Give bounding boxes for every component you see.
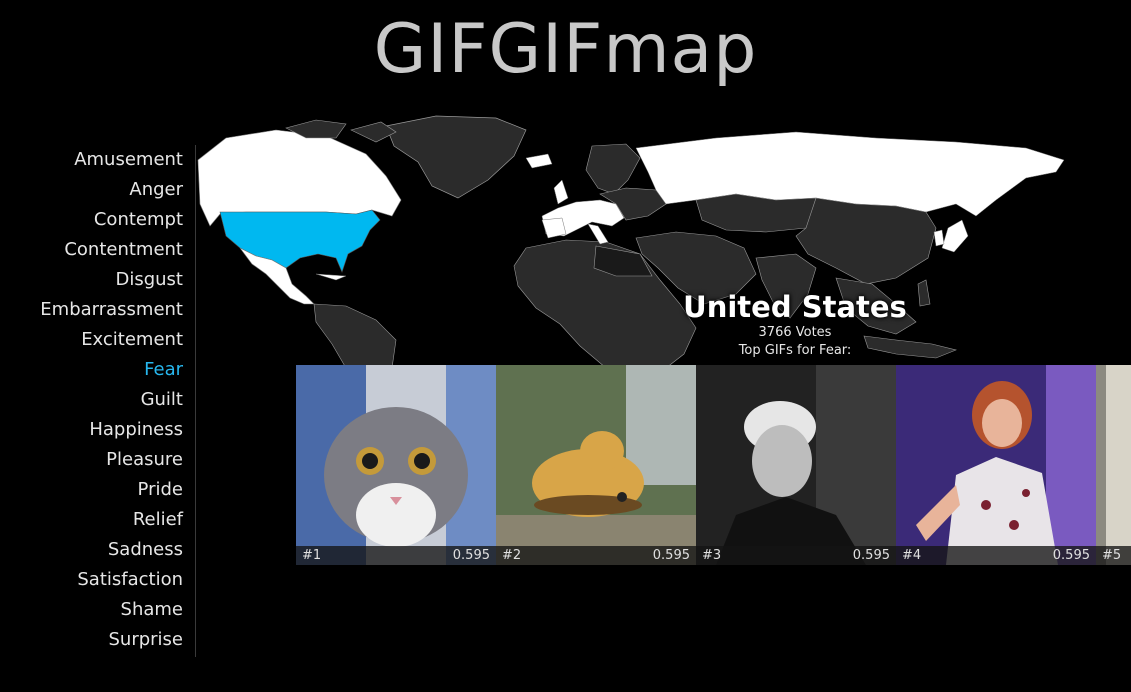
emotion-item-disgust[interactable]: Disgust [115, 265, 183, 295]
gif-score: 0.595 [452, 548, 490, 563]
map-country-iceland[interactable] [525, 153, 553, 169]
gif-card[interactable]: #3 0.595 [696, 365, 896, 565]
gif-rank: #5 [1102, 548, 1122, 563]
emotion-item-satisfaction[interactable]: Satisfaction [77, 565, 183, 595]
map-country-korea[interactable] [933, 229, 945, 247]
country-name: United States [683, 290, 907, 324]
gif-rank: #2 [502, 548, 522, 563]
gif-caption: #5 [1096, 546, 1131, 565]
gif-caption: #1 0.595 [296, 546, 496, 565]
gif-score: 0.595 [852, 548, 890, 563]
map-country-japan[interactable] [941, 219, 969, 253]
gif-score: 0.595 [652, 548, 690, 563]
gif-rank: #4 [902, 548, 922, 563]
country-info: United States 3766 Votes Top GIFs for Fe… [650, 290, 940, 360]
emotion-item-pride[interactable]: Pride [138, 475, 183, 505]
gif-carousel[interactable]: #1 0.595 #2 0.595 #3 0.595 #4 0.595 #5 [296, 365, 1131, 565]
emotion-item-guilt[interactable]: Guilt [141, 385, 183, 415]
map-country-spain[interactable] [541, 217, 567, 239]
gif-rank: #3 [702, 548, 722, 563]
emotion-item-pleasure[interactable]: Pleasure [106, 445, 183, 475]
gif-thumbnail-partial [1096, 365, 1131, 565]
map-scandinavia[interactable] [585, 143, 641, 195]
gif-rank: #1 [302, 548, 322, 563]
map-country-cuba[interactable] [315, 273, 347, 281]
emotion-item-relief[interactable]: Relief [133, 505, 183, 535]
gif-score: 0.595 [1052, 548, 1090, 563]
gif-card[interactable]: #5 [1096, 365, 1131, 565]
emotion-item-contempt[interactable]: Contempt [94, 205, 183, 235]
map-south-america[interactable] [313, 303, 397, 368]
gif-card[interactable]: #4 0.595 [896, 365, 1096, 565]
gif-card[interactable]: #1 0.595 [296, 365, 496, 565]
top-gifs-label: Top GIFs for Fear: [738, 343, 852, 358]
emotion-item-sadness[interactable]: Sadness [108, 535, 183, 565]
emotion-item-shame[interactable]: Shame [121, 595, 183, 625]
gif-caption: #3 0.595 [696, 546, 896, 565]
emotion-item-anger[interactable]: Anger [129, 175, 183, 205]
gif-thumbnail-woman [896, 365, 1096, 565]
emotion-item-excitement[interactable]: Excitement [81, 325, 183, 355]
vote-count: 3766 Votes [758, 325, 832, 340]
gif-caption: #4 0.595 [896, 546, 1096, 565]
map-country-uk[interactable] [553, 179, 569, 205]
emotion-item-embarrassment[interactable]: Embarrassment [40, 295, 183, 325]
map-country-china[interactable] [795, 197, 937, 285]
gif-thumbnail-dog [496, 365, 696, 565]
gif-caption: #2 0.595 [496, 546, 696, 565]
gif-thumbnail-cat [296, 365, 496, 565]
emotion-item-fear[interactable]: Fear [144, 355, 183, 385]
app-title: GIFGIFmap [373, 10, 758, 89]
map-country-usa[interactable] [219, 209, 381, 273]
emotion-item-surprise[interactable]: Surprise [108, 625, 183, 655]
emotion-item-amusement[interactable]: Amusement [74, 145, 183, 175]
emotion-list: Amusement Anger Contempt Contentment Dis… [0, 145, 196, 657]
map-country-greenland[interactable] [385, 115, 527, 199]
emotion-item-happiness[interactable]: Happiness [89, 415, 183, 445]
gif-thumbnail-man [696, 365, 896, 565]
emotion-item-contentment[interactable]: Contentment [64, 235, 183, 265]
gif-card[interactable]: #2 0.595 [496, 365, 696, 565]
